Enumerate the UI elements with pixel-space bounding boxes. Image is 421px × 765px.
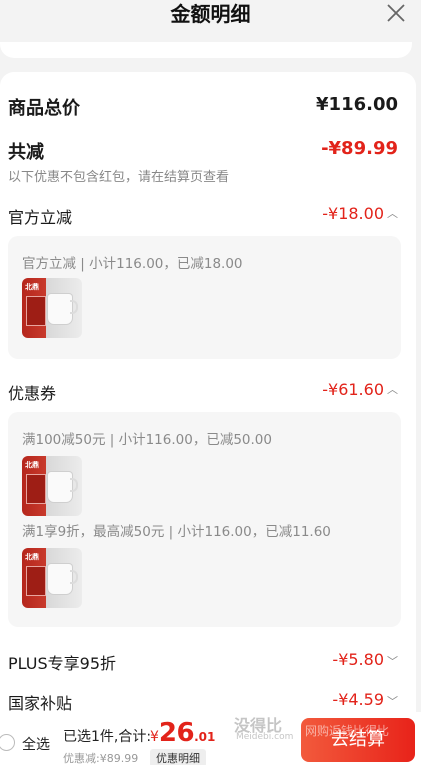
- official-discount-value: -¥18.00 ︿: [322, 204, 398, 223]
- header: 金额明细: [0, 0, 421, 44]
- select-all-label[interactable]: 全选: [22, 734, 50, 754]
- reduction-value: -¥89.99: [321, 138, 398, 159]
- chevron-down-icon: ﹀: [387, 695, 398, 708]
- chevron-up-icon: ︿: [387, 383, 398, 396]
- thumb-tag: 北鼎: [25, 283, 39, 291]
- coupon-label: 优惠券: [8, 384, 57, 403]
- close-icon[interactable]: [385, 2, 407, 24]
- watermark-overlay: 网购返钱比得比: [305, 724, 390, 738]
- amount-integer: 26: [158, 718, 195, 748]
- currency-symbol: ¥: [150, 729, 159, 745]
- mug-handle: [70, 300, 78, 314]
- national-subsidy-label: 国家补贴: [8, 694, 73, 713]
- chevron-up-icon: ︿: [387, 207, 398, 220]
- national-subsidy-value: -¥4.59 ﹀: [332, 690, 398, 709]
- mug-image: [48, 294, 72, 324]
- mug-handle: [70, 478, 78, 492]
- discount-detail-button[interactable]: 优惠明细: [150, 749, 206, 765]
- total-price: ¥26.01: [150, 718, 215, 748]
- official-discount-line: 官方立减 | 小计116.00，已减18.00: [22, 256, 243, 272]
- previous-card-edge: [0, 42, 412, 58]
- coupon-line-2: 满1享9折，最高减50元 | 小计116.00，已减11.60: [22, 524, 331, 540]
- selected-summary: 已选1件,合计:: [63, 729, 152, 745]
- plus-discount-value: -¥5.80 ﹀: [332, 650, 398, 669]
- discount-total: 优惠减:¥89.99: [63, 752, 139, 765]
- product-thumbnail[interactable]: 北鼎: [22, 548, 82, 608]
- thumb-red-box: [26, 474, 46, 504]
- official-discount-panel: 官方立减 | 小计116.00，已减18.00 北鼎: [8, 236, 401, 359]
- thumb-red-box: [26, 296, 46, 326]
- mug-image: [48, 564, 72, 594]
- product-thumbnail[interactable]: 北鼎: [22, 278, 82, 338]
- official-discount-label: 官方立减: [8, 208, 73, 227]
- thumb-red-box: [26, 566, 46, 596]
- thumb-tag: 北鼎: [25, 553, 39, 561]
- coupon-panel: 满100减50元 | 小计116.00，已减50.00 北鼎 满1享9折，最高减…: [8, 412, 401, 627]
- plus-discount-label: PLUS专享95折: [8, 654, 116, 673]
- product-thumbnail[interactable]: 北鼎: [22, 456, 82, 516]
- reduction-note: 以下优惠不包含红包，请在结算页查看: [8, 170, 230, 185]
- total-value: ¥116.00: [316, 94, 398, 115]
- coupon-line-1: 满100减50元 | 小计116.00，已减50.00: [22, 432, 272, 448]
- watermark-url: Meidebi.com: [236, 732, 294, 742]
- chevron-down-icon: ﹀: [387, 655, 398, 668]
- mug-handle: [70, 570, 78, 584]
- page-title: 金额明细: [170, 2, 251, 26]
- reduction-label: 共减: [8, 142, 44, 163]
- amount-detail-card: 商品总价 ¥116.00 共减 -¥89.99 以下优惠不包含红包，请在结算页查…: [0, 72, 416, 713]
- amount-decimal: .01: [194, 730, 216, 744]
- mug-image: [48, 472, 72, 502]
- coupon-value: -¥61.60 ︿: [322, 380, 398, 399]
- thumb-tag: 北鼎: [25, 461, 39, 469]
- total-label: 商品总价: [8, 98, 80, 119]
- select-all-radio[interactable]: [0, 734, 15, 751]
